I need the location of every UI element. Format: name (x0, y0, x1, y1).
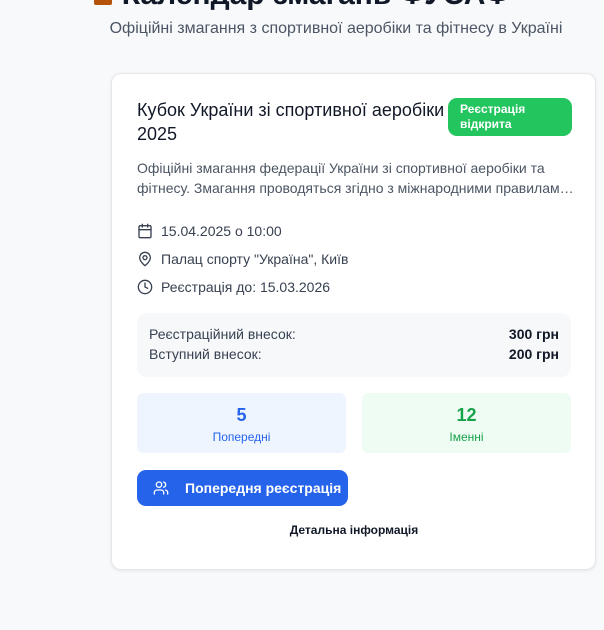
page-title: Календар змагань ФУСАФ (0, 0, 604, 12)
event-title: Кубок України зі спортивної аеробіки 202… (137, 100, 445, 144)
page-subtitle: Офіційні змагання з спортивної аеробіки … (109, 20, 563, 37)
calendar-icon (138, 223, 152, 239)
registration-deadline-row: Реєстрація до: 15.03.2026 (137, 277, 330, 297)
event-date-row: 15.04.2025 о 10:00 (137, 221, 282, 241)
preliminary-registrations-stat: 5 Попередні (137, 393, 346, 453)
named-registrations-stat: 12 Іменні (362, 393, 571, 453)
registration-fee-label: Реєстраційний внесок: (149, 326, 296, 342)
event-location: Палац спорту "Україна", Київ (161, 251, 349, 267)
preliminary-count: 5 (236, 405, 247, 425)
event-description: Офіційні змагання федерації України зі с… (137, 158, 577, 198)
description-line: Офіційні змагання федерації України зі с… (137, 160, 545, 176)
details-link[interactable]: Детальна інформація (137, 523, 571, 537)
preliminary-registration-label: Попередня реєстрація (185, 480, 342, 496)
registration-fee-row: Реєстраційний внесок: 300 грн (149, 326, 559, 344)
map-pin-icon (139, 251, 151, 267)
page: Календар змагань ФУСАФ Офіційні змагання… (0, 0, 604, 630)
description-line: фітнесу. Змагання проводяться згідно з м… (137, 180, 577, 196)
trophy-icon (93, 0, 112, 6)
fees-panel: Реєстраційний внесок: 300 грн Вступний в… (137, 313, 571, 377)
entry-fee-value: 200 грн (508, 346, 559, 362)
event-card: Кубок України зі спортивної аеробіки 202… (111, 73, 596, 570)
users-icon (153, 481, 169, 495)
preliminary-registration-button[interactable]: Попередня реєстрація (137, 470, 348, 506)
entry-fee-label: Вступний внесок: (149, 346, 262, 362)
registration-fee-value: 300 грн (508, 326, 559, 342)
preliminary-label: Попередні (212, 430, 271, 444)
registration-deadline: Реєстрація до: 15.03.2026 (161, 279, 331, 295)
status-badge: Реєстрація відкрита (448, 98, 572, 136)
page-title-text: Календар змагань ФУСАФ (122, 0, 511, 11)
event-date: 15.04.2025 о 10:00 (161, 223, 282, 239)
event-location-row: Палац спорту "Україна", Київ (137, 249, 348, 269)
entry-fee-row: Вступний внесок: 200 грн (149, 346, 559, 364)
named-label: Іменні (449, 430, 484, 444)
named-count: 12 (456, 405, 477, 425)
clock-icon (137, 279, 153, 295)
